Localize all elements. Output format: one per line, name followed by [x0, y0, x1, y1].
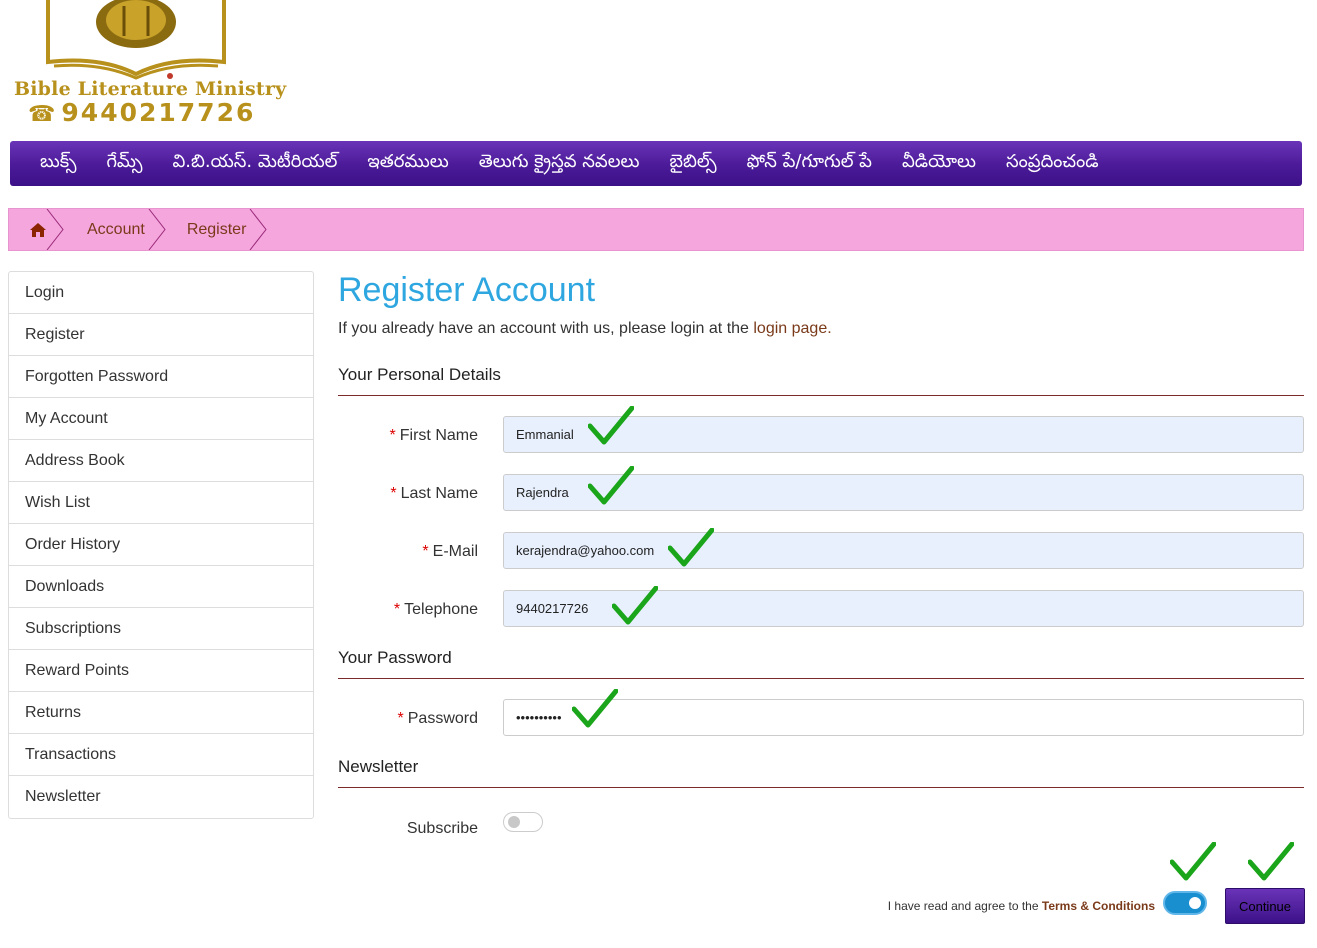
- last-name-row: * Last Name Rajendra: [338, 466, 1304, 532]
- first-name-label: * First Name: [390, 427, 478, 445]
- subscribe-toggle[interactable]: [503, 812, 543, 832]
- intro-text: If you already have an account with us, …: [338, 320, 1304, 338]
- breadcrumb-separator: [148, 209, 166, 250]
- checkmark-icon: [668, 528, 714, 567]
- checkmark-icon: [612, 586, 658, 625]
- toggle-knob: [508, 816, 520, 828]
- required-marker: *: [389, 427, 396, 444]
- terms-link[interactable]: Terms & Conditions: [1042, 899, 1155, 913]
- sidebar-item-register[interactable]: Register: [9, 314, 313, 356]
- first-name-label-text: First Name: [399, 427, 478, 444]
- first-name-row: * First Name Emmanial: [338, 406, 1304, 474]
- password-legend: Your Password: [338, 648, 1304, 679]
- checkmark-icon: [588, 466, 634, 505]
- nav-item-phonepe[interactable]: ఫోన్ పే/గూగుల్ పే: [747, 151, 872, 176]
- toggle-knob: [1189, 897, 1201, 909]
- sidebar-item-wish-list[interactable]: Wish List: [9, 482, 313, 524]
- password-field[interactable]: ••••••••••: [503, 699, 1304, 736]
- nav-item-books[interactable]: బుక్స్: [40, 151, 76, 176]
- continue-button[interactable]: Continue: [1225, 888, 1305, 924]
- nav-item-games[interactable]: గేమ్స్: [106, 151, 142, 176]
- account-sidebar: Login Register Forgotten Password My Acc…: [8, 271, 314, 819]
- breadcrumb-separator: [46, 209, 64, 250]
- sidebar-item-forgotten-password[interactable]: Forgotten Password: [9, 356, 313, 398]
- bible-book-icon: [46, 0, 226, 80]
- sidebar-item-order-history[interactable]: Order History: [9, 524, 313, 566]
- sidebar-item-downloads[interactable]: Downloads: [9, 566, 313, 608]
- checkmark-icon: [588, 406, 634, 445]
- site-logo[interactable]: Bible Literature Ministry ☎ 9440217726: [10, 0, 286, 128]
- telephone-label-text: Telephone: [404, 601, 478, 618]
- logo-phone-number: 9440217726: [61, 98, 256, 127]
- nav-item-contact[interactable]: సంప్రదించండి: [1006, 151, 1099, 176]
- email-label-text: E-Mail: [432, 543, 478, 560]
- subscribe-label: Subscribe: [406, 820, 478, 837]
- email-field[interactable]: kerajendra@yahoo.com: [503, 532, 1304, 569]
- subscribe-row: Subscribe: [338, 812, 1304, 870]
- password-label: * Password: [398, 710, 478, 728]
- last-name-label-text: Last Name: [400, 485, 478, 502]
- phone-icon: ☎: [28, 102, 56, 127]
- agree-text: I have read and agree to the Terms & Con…: [888, 899, 1155, 913]
- agree-text-body: I have read and agree to the: [887, 899, 1042, 913]
- main-nav: బుక్స్ గేమ్స్ వి.బి.యస్. మెటీరియల్ ఇతరము…: [10, 141, 1302, 186]
- checkmark-icon: [1170, 842, 1216, 881]
- sidebar-item-my-account[interactable]: My Account: [9, 398, 313, 440]
- required-marker: *: [422, 543, 429, 560]
- breadcrumb-register-label: Register: [186, 220, 247, 238]
- breadcrumb-register[interactable]: Register: [165, 209, 268, 250]
- checkmark-icon: [572, 689, 618, 728]
- telephone-label: * Telephone: [394, 601, 478, 619]
- intro-text-body: If you already have an account with us, …: [338, 320, 754, 337]
- logo-title: Bible Literature Ministry: [14, 78, 287, 100]
- breadcrumb-account[interactable]: Account: [65, 209, 166, 250]
- sidebar-item-reward-points[interactable]: Reward Points: [9, 650, 313, 692]
- nav-item-videos[interactable]: వీడియోలు: [902, 151, 976, 176]
- breadcrumb-account-label: Account: [87, 220, 145, 238]
- email-row: * E-Mail kerajendra@yahoo.com: [338, 528, 1304, 590]
- checkmark-icon: [1248, 842, 1294, 881]
- nav-item-bibles[interactable]: బైబిల్స్: [669, 151, 716, 176]
- sidebar-item-login[interactable]: Login: [9, 272, 313, 314]
- required-marker: *: [390, 485, 397, 502]
- breadcrumb: Account Register: [8, 208, 1304, 251]
- newsletter-legend: Newsletter: [338, 757, 1304, 788]
- required-marker: *: [393, 601, 401, 618]
- password-label-text: Password: [407, 710, 478, 727]
- required-marker: *: [397, 710, 404, 727]
- telephone-row: * Telephone 9440217726: [338, 586, 1304, 648]
- sidebar-item-address-book[interactable]: Address Book: [9, 440, 313, 482]
- nav-item-others[interactable]: ఇతరములు: [367, 151, 448, 176]
- page-title: Register Account: [338, 271, 596, 309]
- sidebar-item-transactions[interactable]: Transactions: [9, 734, 313, 776]
- register-form: Register Account If you already have an …: [338, 268, 1304, 870]
- nav-item-vbs-material[interactable]: వి.బి.యస్. మెటీరియల్: [173, 151, 338, 176]
- breadcrumb-separator: [249, 209, 268, 250]
- sidebar-item-returns[interactable]: Returns: [9, 692, 313, 734]
- agree-toggle[interactable]: [1163, 891, 1207, 915]
- personal-details-legend: Your Personal Details: [338, 365, 1304, 396]
- breadcrumb-home[interactable]: [9, 209, 65, 250]
- password-row: * Password ••••••••••: [338, 689, 1304, 757]
- email-label: * E-Mail: [422, 543, 478, 561]
- sidebar-item-newsletter[interactable]: Newsletter: [9, 776, 313, 818]
- logo-phone: ☎ 9440217726: [28, 98, 255, 127]
- sidebar-item-subscriptions[interactable]: Subscriptions: [9, 608, 313, 650]
- login-page-link[interactable]: login page.: [753, 320, 831, 337]
- nav-item-novels[interactable]: తెలుగు క్రైస్తవ నవలలు: [479, 151, 640, 176]
- last-name-label: * Last Name: [390, 485, 478, 503]
